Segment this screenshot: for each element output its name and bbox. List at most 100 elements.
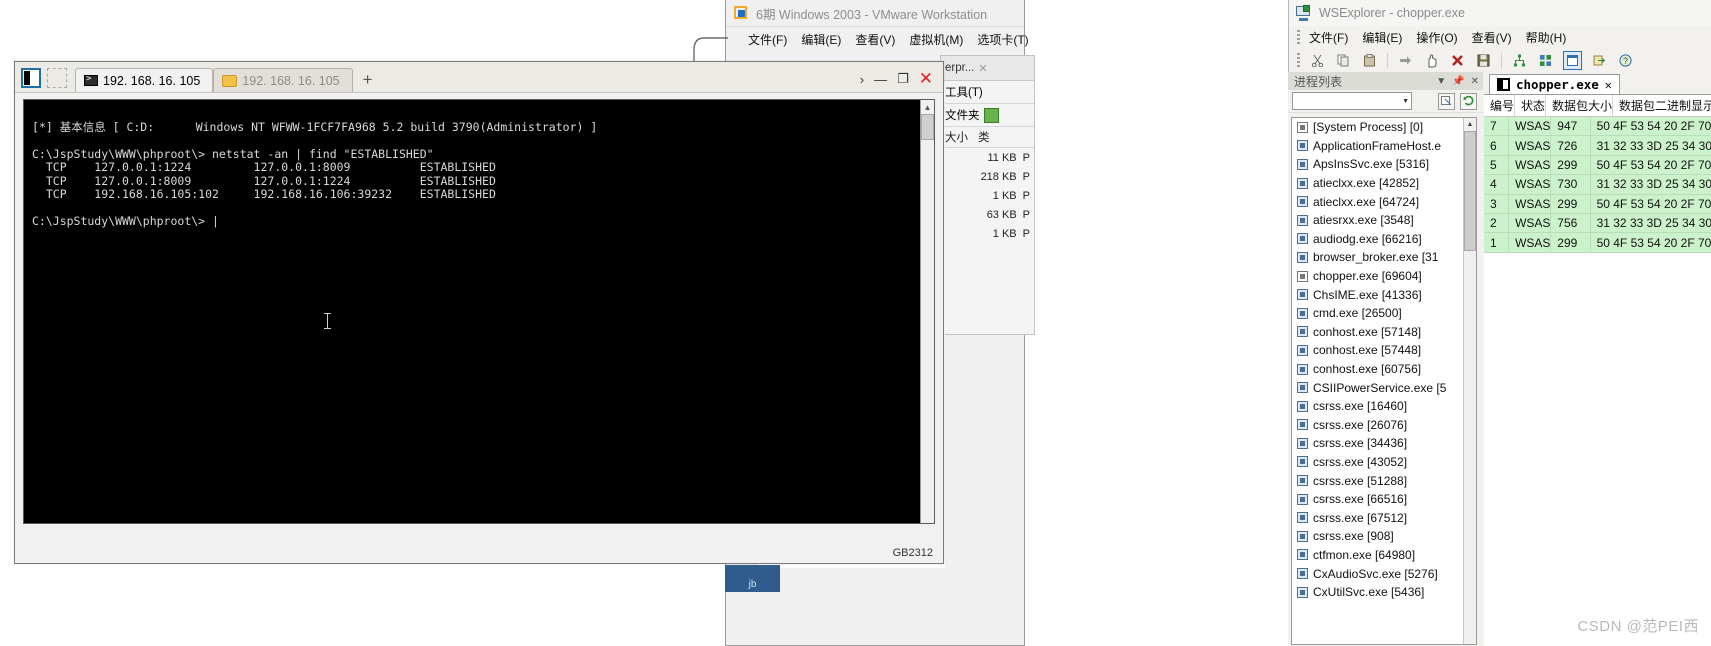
vmware-menu-view[interactable]: 查看(V) — [855, 31, 895, 48]
vmware-menu-tabs[interactable]: 选项卡(T) — [977, 31, 1028, 48]
list-item[interactable]: CSIIPowerService.exe [5 — [1292, 378, 1476, 397]
menubar-grip[interactable] — [1297, 30, 1300, 44]
hand-icon[interactable] — [1423, 52, 1440, 69]
scrollbar-thumb[interactable] — [921, 114, 934, 140]
refresh-icon[interactable] — [1460, 92, 1477, 110]
list-item[interactable]: csrss.exe [26076] — [1292, 416, 1476, 435]
cut-icon[interactable] — [1309, 52, 1326, 69]
delete-icon[interactable] — [1449, 52, 1466, 69]
table-row[interactable]: 7 WSASend 947 50 4F 53 54 20 2F 70 68 70 — [1484, 117, 1711, 137]
list-item[interactable]: csrss.exe [43052] — [1292, 453, 1476, 472]
layout-toggle-icon[interactable] — [21, 68, 41, 88]
list-item[interactable]: ChsIME.exe [41336] — [1292, 285, 1476, 304]
list-item[interactable]: atieclxx.exe [64724] — [1292, 192, 1476, 211]
list-item[interactable]: csrss.exe [908] — [1292, 527, 1476, 546]
close-icon[interactable]: ✕ — [1471, 76, 1479, 87]
list-item[interactable]: cmd.exe [26500] — [1292, 304, 1476, 323]
vmware-menu-vm[interactable]: 虚拟机(M) — [909, 31, 963, 48]
toolbar-grip[interactable] — [1297, 53, 1300, 68]
process-pane-header[interactable]: 进程列表 ▼ 📌 ✕ — [1288, 72, 1483, 90]
maximize-button[interactable]: ❐ — [897, 71, 909, 87]
minimize-button[interactable]: — — [874, 72, 887, 87]
list-item[interactable]: 63 KB P — [941, 205, 1034, 224]
close-icon[interactable]: ✕ — [1605, 78, 1612, 92]
table-header-row[interactable]: 编号 状态 数据包大小 数据包二进制显示 — [1484, 95, 1711, 117]
network-icon[interactable] — [1511, 52, 1528, 69]
packet-table[interactable]: 编号 状态 数据包大小 数据包二进制显示 7 WSASend 947 50 4F… — [1484, 94, 1711, 646]
column-header-size[interactable]: 数据包大小 — [1546, 95, 1614, 116]
list-item[interactable]: 218 KB P — [941, 167, 1034, 186]
vmware-menubar[interactable]: 文件(F) 编辑(E) 查看(V) 虚拟机(M) 选项卡(T) — [726, 27, 1029, 51]
process-list-pane[interactable]: 进程列表 ▼ 📌 ✕ ▼ [System Process] [0] Applic… — [1288, 72, 1483, 646]
export-icon[interactable] — [1591, 52, 1608, 69]
list-item[interactable]: audiodg.exe [66216] — [1292, 230, 1476, 249]
vmware-menu-edit[interactable]: 编辑(E) — [801, 31, 841, 48]
scroll-up-icon[interactable]: ▲ — [921, 100, 934, 114]
list-item[interactable]: 11 KB P — [941, 148, 1034, 167]
packet-tabbar[interactable]: chopper.exe ✕ — [1484, 72, 1711, 94]
list-item[interactable]: 1 KB P — [941, 224, 1034, 243]
wse-menu-action[interactable]: 操作(O) — [1416, 29, 1457, 46]
close-button[interactable]: ✕ — [919, 70, 933, 87]
list-item[interactable]: csrss.exe [67512] — [1292, 508, 1476, 527]
copy-icon[interactable] — [1335, 52, 1352, 69]
table-row[interactable]: 6 WSASend 726 31 32 33 3D 25 34 30 65 76 — [1484, 136, 1711, 156]
list-item[interactable]: 1 KB P — [941, 186, 1034, 205]
grid-icon[interactable] — [1537, 52, 1554, 69]
table-row[interactable]: 5 WSASend 299 50 4F 53 54 20 2F 70 68 70 — [1484, 155, 1711, 176]
table-row[interactable]: 1 WSASend 299 50 4F 53 54 20 2F 70 68 70 — [1484, 233, 1711, 253]
table-row[interactable]: 4 WSASend 730 31 32 33 3D 25 34 30 65 76 — [1484, 175, 1711, 195]
process-list[interactable]: [System Process] [0] ApplicationFrameHos… — [1291, 117, 1477, 645]
list-item[interactable]: ApsInsSvc.exe [5316] — [1292, 155, 1476, 174]
process-filter-combo[interactable]: ▼ — [1292, 92, 1412, 110]
terminal-tabbar[interactable]: 192. 168. 16. 105 192. 168. 16. 105 + › … — [15, 62, 943, 93]
go-icon[interactable] — [983, 107, 999, 123]
terminal-window[interactable]: 192. 168. 16. 105 192. 168. 16. 105 + › … — [14, 61, 944, 564]
close-icon[interactable]: ✕ — [978, 62, 987, 75]
list-item[interactable]: csrss.exe [51288] — [1292, 471, 1476, 490]
wse-menu-view[interactable]: 查看(V) — [1472, 29, 1512, 46]
help-icon[interactable]: ? — [1617, 52, 1634, 69]
list-item[interactable]: conhost.exe [60756] — [1292, 360, 1476, 379]
wse-menu-help[interactable]: 帮助(H) — [1526, 29, 1567, 46]
table-row[interactable]: 3 WSASend 299 50 4F 53 54 20 2F 70 68 70 — [1484, 194, 1711, 214]
table-row[interactable]: 2 WSASend 756 31 32 33 3D 25 34 30 65 76 — [1484, 213, 1711, 234]
vmware-menu-file[interactable]: 文件(F) — [748, 31, 787, 48]
list-item[interactable]: ApplicationFrameHost.e — [1292, 137, 1476, 156]
terminal-screen[interactable]: [*] 基本信息 [ C:D: Windows NT WFWW-1FCF7FA9… — [23, 99, 935, 524]
bg-explorer-ribbon[interactable]: 工具(T) — [941, 81, 1034, 104]
terminal-tab-sftp[interactable]: 192. 168. 16. 105 — [213, 68, 353, 92]
wse-menu-edit[interactable]: 编辑(E) — [1362, 29, 1402, 46]
scroll-up-icon[interactable]: ▲ — [1464, 118, 1476, 131]
pin-icon[interactable]: 📌 — [1452, 76, 1464, 87]
list-item[interactable]: [System Process] [0] — [1292, 118, 1476, 137]
list-item[interactable]: conhost.exe [57448] — [1292, 341, 1476, 360]
taskbar-button[interactable]: jb — [725, 565, 780, 592]
background-explorer-window[interactable]: erpr... ✕ 工具(T) 文件夹 大小 类 11 KB P 218 KB P … — [940, 55, 1035, 335]
bg-explorer-column-header[interactable]: 大小 类 — [941, 127, 1034, 148]
column-header-id[interactable]: 编号 — [1484, 95, 1516, 116]
bg-explorer-tabbar[interactable]: erpr... ✕ — [941, 56, 1034, 81]
save-icon[interactable] — [1475, 52, 1492, 69]
new-tab-button[interactable]: + — [353, 70, 383, 92]
terminal-tab-active[interactable]: 192. 168. 16. 105 — [75, 68, 214, 92]
wsexplorer-toolbar[interactable]: ? — [1289, 48, 1711, 74]
column-size[interactable]: 大小 — [945, 129, 968, 145]
list-item[interactable]: csrss.exe [16460] — [1292, 397, 1476, 416]
terminal-window-buttons[interactable]: › — ❐ ✕ — [860, 70, 943, 92]
column-type[interactable]: 类 — [978, 129, 990, 145]
select-process-icon[interactable] — [1438, 92, 1455, 110]
list-item[interactable]: atieclxx.exe [42852] — [1292, 174, 1476, 193]
packet-tab-chopper[interactable]: chopper.exe ✕ — [1489, 74, 1621, 94]
list-item[interactable]: ctfmon.exe [64980] — [1292, 546, 1476, 565]
bg-explorer-tab[interactable]: erpr... ✕ — [941, 62, 992, 75]
list-item[interactable]: csrss.exe [34436] — [1292, 434, 1476, 453]
column-header-state[interactable]: 状态 — [1515, 95, 1547, 116]
window-icon[interactable] — [1563, 51, 1582, 70]
run-icon[interactable] — [1397, 52, 1414, 69]
packet-data-pane[interactable]: chopper.exe ✕ 编号 状态 数据包大小 数据包二进制显示 7 WSA… — [1484, 72, 1711, 646]
list-item-selected[interactable]: chopper.exe [69604] — [1292, 267, 1476, 286]
list-item[interactable]: csrss.exe [66516] — [1292, 490, 1476, 509]
list-item[interactable]: CxUtilSvc.exe [5436] — [1292, 583, 1476, 602]
chevron-down-icon[interactable]: ▼ — [1402, 98, 1409, 105]
